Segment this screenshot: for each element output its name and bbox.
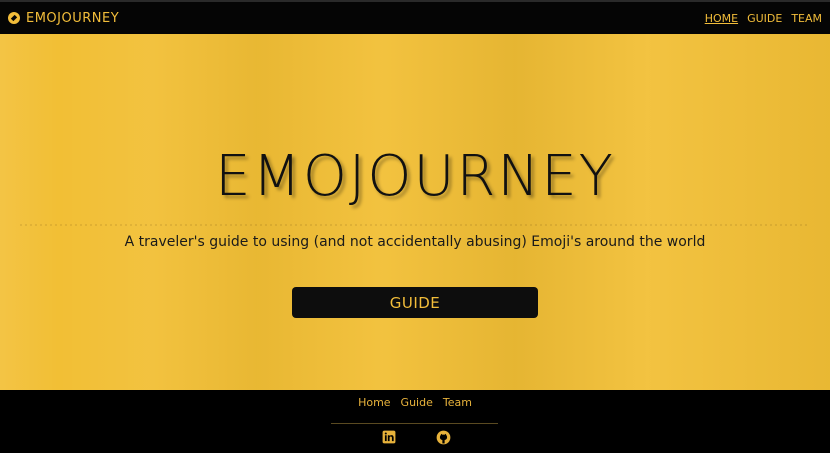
compass-icon — [8, 12, 20, 24]
hero-title: EMOJOURNEY — [215, 144, 615, 209]
guide-button[interactable]: GUIDE — [292, 287, 538, 318]
social-links — [381, 429, 451, 445]
footer-divider — [331, 423, 498, 424]
linkedin-link[interactable] — [381, 429, 397, 445]
main-nav: HOME GUIDE TEAM — [705, 12, 822, 25]
footer-home-link[interactable]: Home — [358, 396, 390, 409]
github-icon — [436, 430, 450, 444]
brand-label: EMOJOURNEY — [26, 10, 120, 26]
footer-guide-link[interactable]: Guide — [401, 396, 433, 409]
hero-section: EMOJOURNEY A traveler's guide to using (… — [0, 34, 830, 390]
top-navigation-bar: EMOJOURNEY HOME GUIDE TEAM — [0, 0, 830, 34]
footer-team-link[interactable]: Team — [443, 396, 472, 409]
nav-guide-link[interactable]: GUIDE — [747, 12, 782, 25]
hero-subtitle: A traveler's guide to using (and not acc… — [124, 234, 706, 250]
nav-home-link[interactable]: HOME — [705, 12, 738, 25]
footer-links: Home Guide Team — [0, 396, 830, 409]
site-footer: Home Guide Team — [0, 390, 830, 453]
brand-link[interactable]: EMOJOURNEY — [8, 11, 119, 26]
linkedin-icon — [382, 430, 396, 444]
nav-team-link[interactable]: TEAM — [791, 12, 822, 25]
github-link[interactable] — [435, 429, 451, 445]
